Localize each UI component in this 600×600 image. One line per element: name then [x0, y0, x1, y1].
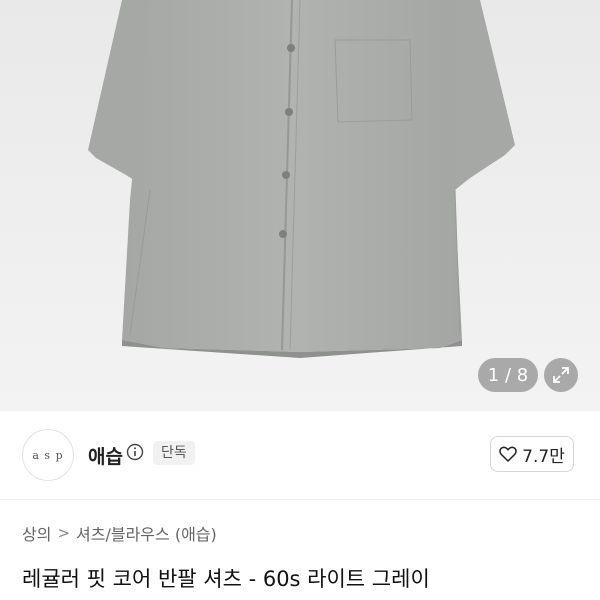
expand-icon: [553, 367, 569, 383]
like-button[interactable]: 7.7만: [490, 436, 574, 472]
product-image[interactable]: 1 / 8: [0, 0, 600, 411]
like-count: 7.7만: [522, 446, 565, 467]
breadcrumb-item-top[interactable]: 상의: [22, 521, 51, 545]
divider: [0, 499, 600, 500]
exclusive-badge: 단독: [153, 441, 195, 465]
image-counter: 1 / 8: [478, 358, 538, 392]
product-title: 레귤러 핏 코어 반팔 셔츠 - 60s 라이트 그레이: [22, 567, 430, 591]
seller-name[interactable]: 애습: [88, 442, 123, 469]
expand-button[interactable]: [544, 358, 578, 392]
seller-row: a s p 애습 단독 7.7만: [0, 411, 600, 499]
breadcrumb-item-shirts[interactable]: 셔츠/블라우스 (애습): [76, 521, 217, 545]
chevron-right-icon: >: [57, 524, 71, 542]
breadcrumb: 상의 > 셔츠/블라우스 (애습): [22, 521, 217, 545]
seller-avatar[interactable]: a s p: [22, 429, 74, 481]
heart-icon: [499, 446, 517, 462]
shirt-photo: [88, 0, 515, 358]
info-icon[interactable]: [126, 443, 144, 461]
